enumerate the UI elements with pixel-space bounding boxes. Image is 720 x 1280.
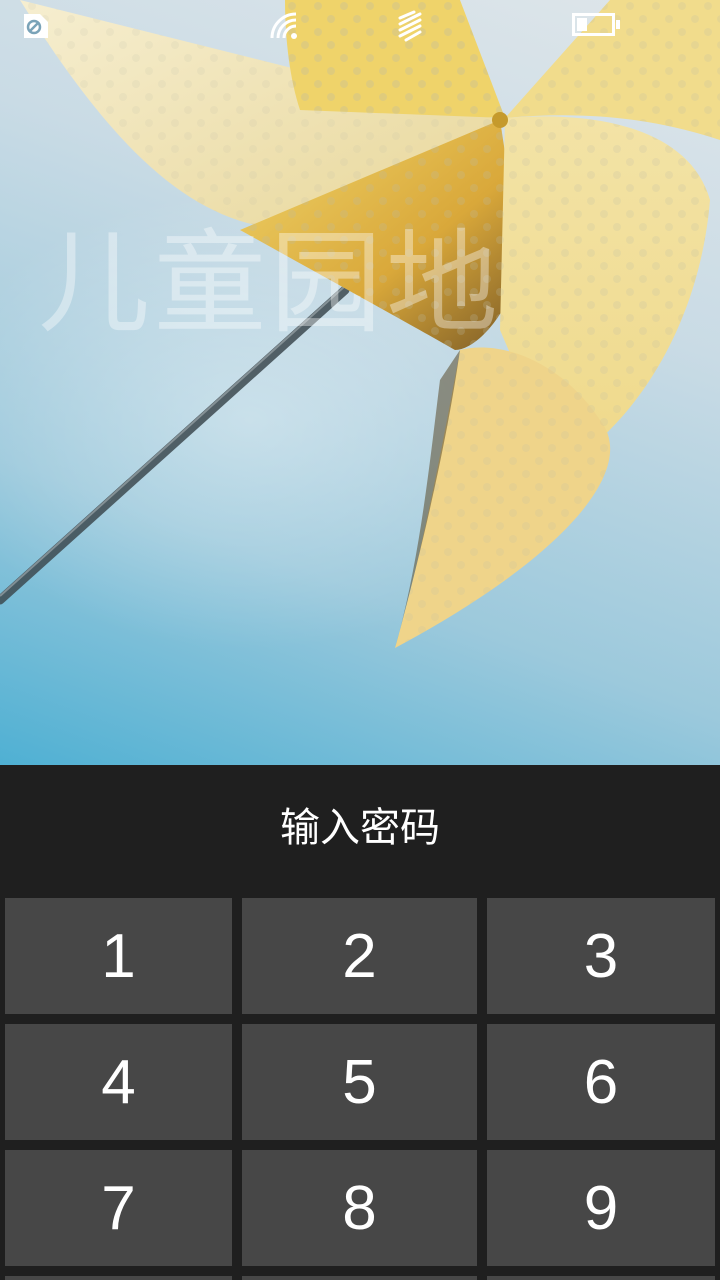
wallpaper-image: 儿童园地 bbox=[0, 0, 720, 765]
wifi-icon bbox=[268, 10, 300, 46]
key-3[interactable]: 3 bbox=[487, 898, 715, 1014]
battery-icon bbox=[572, 12, 622, 42]
wallpaper-title: 儿童园地 bbox=[38, 219, 502, 349]
vibrate-icon bbox=[396, 10, 424, 46]
key-6[interactable]: 6 bbox=[487, 1024, 715, 1140]
lock-screen: 儿童园地 输入密码 1 2 3 4 5 6 7 8 9 bbox=[0, 0, 720, 1280]
key-4[interactable]: 4 bbox=[5, 1024, 232, 1140]
sim-card-icon bbox=[20, 10, 52, 46]
status-bar bbox=[0, 0, 720, 52]
key-5[interactable]: 5 bbox=[242, 1024, 477, 1140]
battery-level bbox=[577, 18, 587, 31]
key-2[interactable]: 2 bbox=[242, 898, 477, 1014]
key-7[interactable]: 7 bbox=[5, 1150, 232, 1266]
key-1[interactable]: 1 bbox=[5, 898, 232, 1014]
key-8[interactable]: 8 bbox=[242, 1150, 477, 1266]
keypad-bottom-row-middle[interactable] bbox=[242, 1276, 477, 1280]
pinwheel-illustration bbox=[0, 0, 720, 650]
enter-password-prompt: 输入密码 bbox=[280, 805, 440, 851]
keypad-bottom-row-right[interactable] bbox=[487, 1276, 715, 1280]
key-9[interactable]: 9 bbox=[487, 1150, 715, 1266]
keypad-bottom-row-left[interactable] bbox=[5, 1276, 232, 1280]
